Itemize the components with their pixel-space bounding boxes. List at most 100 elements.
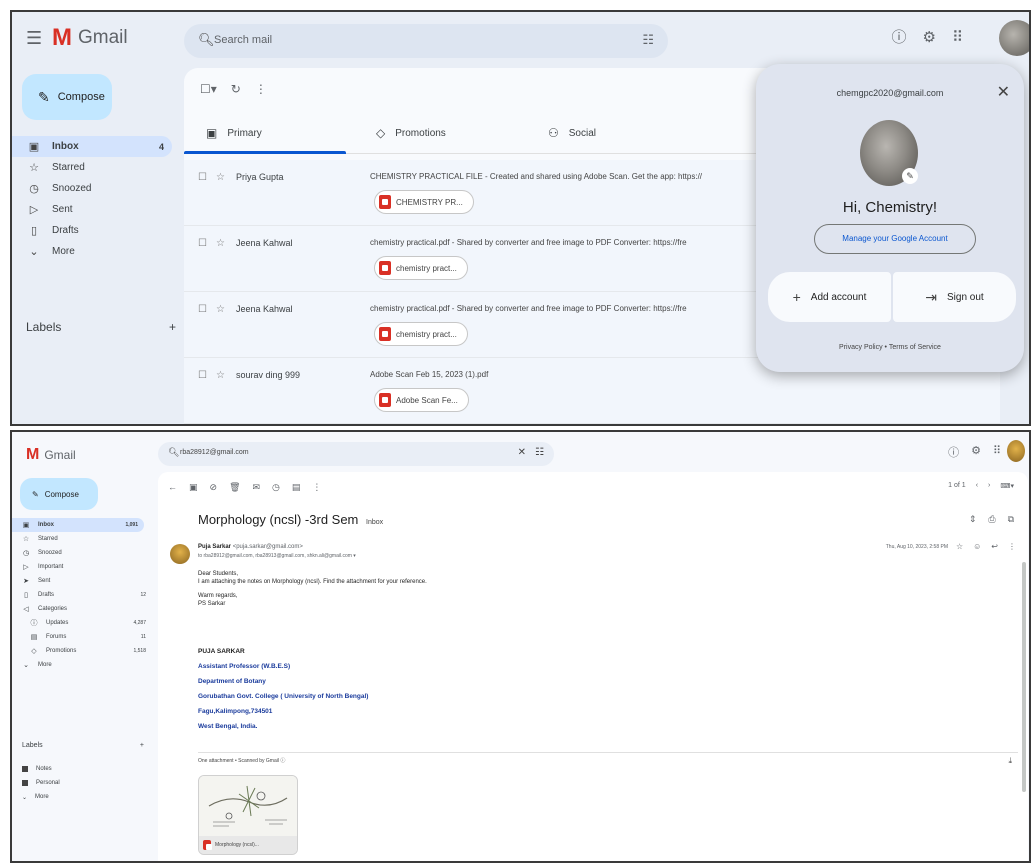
reply-icon[interactable]: ↩: [991, 542, 998, 551]
sidebar-item-promotions[interactable]: ◇ Promotions 1,518: [12, 644, 152, 658]
camera-icon[interactable]: ✎: [902, 168, 918, 184]
search-bar[interactable]: 🔍︎ Search mail ☷: [184, 24, 668, 58]
search-options-icon[interactable]: ☷: [535, 447, 544, 458]
settings-icon[interactable]: ⚙: [971, 444, 981, 460]
archive-icon[interactable]: ▣: [189, 482, 198, 493]
sidebar-item-label: Inbox: [52, 141, 79, 152]
attachment-chip[interactable]: CHEMISTRY PR...: [374, 190, 474, 214]
row-checkbox[interactable]: ☐: [198, 370, 207, 381]
search-input[interactable]: rba28912@gmail.com: [180, 449, 249, 456]
sidebar-item-sent[interactable]: ➤ Sent: [12, 574, 152, 588]
attachments-summary: One attachment • Scanned by Gmail ⓘ: [198, 758, 286, 764]
account-avatar-large[interactable]: ✎: [860, 120, 918, 186]
menu-icon[interactable]: ☰: [26, 28, 42, 49]
add-account-button[interactable]: + Add account: [768, 272, 891, 322]
add-label-icon[interactable]: +: [169, 320, 176, 334]
sidebar-item-important[interactable]: ▷ Important: [12, 560, 152, 574]
help-icon[interactable]: ⓘ: [892, 26, 907, 47]
sidebar-item-snoozed[interactable]: ◷ Snoozed: [12, 546, 152, 560]
emoji-icon[interactable]: ☺: [973, 542, 981, 551]
more-options-icon[interactable]: ⋮: [312, 482, 321, 493]
label-item[interactable]: Personal: [22, 776, 60, 790]
search-icon[interactable]: 🔍︎: [198, 32, 215, 48]
keyboard-icon[interactable]: ⌨▾: [1000, 482, 1014, 490]
inbox-tag[interactable]: Inbox: [366, 519, 383, 526]
row-checkbox[interactable]: ☐: [198, 172, 207, 183]
star-icon[interactable]: ☆: [956, 542, 963, 551]
attachment-thumbnail[interactable]: Morphology (ncsl)...: [198, 775, 298, 855]
sidebar-item-drafts[interactable]: ▯ Drafts: [12, 220, 182, 241]
tab-primary[interactable]: ▣ Primary: [206, 126, 262, 140]
star-icon[interactable]: ☆: [216, 172, 225, 183]
sidebar-item-updates[interactable]: ⓘ Updates 4,287: [12, 616, 152, 630]
row-checkbox[interactable]: ☐: [198, 304, 207, 315]
refresh-icon[interactable]: ↻: [231, 82, 241, 96]
tab-social[interactable]: ⚇ Social: [548, 126, 596, 140]
snooze-icon[interactable]: ◷: [272, 482, 280, 493]
attachment-chip[interactable]: chemistry pract...: [374, 322, 468, 346]
popup-footer-links[interactable]: Privacy Policy • Terms of Service: [756, 344, 1024, 351]
sidebar-item-drafts[interactable]: ▯ Drafts 12: [12, 588, 152, 602]
account-popup: chemgpc2020@gmail.com ✕ ✎ Hi, Chemistry!…: [756, 64, 1024, 372]
sidebar-item-sent[interactable]: ▷ Sent: [12, 199, 182, 220]
search-bar[interactable]: 🔍︎ rba28912@gmail.com ✕ ☷: [158, 442, 554, 466]
open-new-window-icon[interactable]: ⧉: [1008, 514, 1014, 525]
star-icon[interactable]: ☆: [216, 238, 225, 249]
sidebar-item-starred[interactable]: ☆ Starred: [12, 157, 182, 178]
settings-icon[interactable]: ⚙: [923, 28, 936, 46]
attachment-chip[interactable]: chemistry pract...: [374, 256, 468, 280]
close-icon[interactable]: ✕: [997, 82, 1010, 102]
select-all-checkbox[interactable]: ☐▾: [200, 82, 217, 96]
sidebar-item-starred[interactable]: ☆ Starred: [12, 532, 152, 546]
search-icon[interactable]: 🔍︎: [168, 447, 179, 458]
signature: PUJA SARKAR Assistant Professor (W.B.E.S…: [198, 644, 368, 734]
expand-icon[interactable]: ⇕: [969, 514, 977, 525]
download-all-icon[interactable]: ⤓: [1008, 756, 1012, 766]
sidebar-item-more[interactable]: ⌄ More: [12, 241, 182, 262]
manage-account-button[interactable]: Manage your Google Account: [814, 224, 976, 254]
search-input[interactable]: Search mail: [214, 34, 272, 46]
label-item[interactable]: Notes: [22, 762, 60, 776]
sidebar-item-inbox[interactable]: ▣ Inbox 4: [12, 136, 172, 157]
mark-unread-icon[interactable]: ✉: [253, 482, 261, 493]
label-item[interactable]: ⌄ More: [22, 790, 60, 804]
item-count: 12: [140, 592, 146, 598]
apps-icon[interactable]: ⠿: [952, 28, 963, 46]
recipients-line[interactable]: to rba28912@gmail.com, rba28913@gmail.co…: [198, 553, 356, 559]
tab-promotions[interactable]: ◇ Promotions: [376, 126, 446, 140]
print-icon[interactable]: ⎙: [988, 514, 995, 525]
attachment-chip[interactable]: Adobe Scan Fe...: [374, 388, 469, 412]
prev-icon[interactable]: ‹: [976, 482, 978, 490]
apps-icon[interactable]: ⠿: [993, 444, 1001, 460]
sidebar-item-forums[interactable]: ▤ Forums 11: [12, 630, 152, 644]
star-icon[interactable]: ☆: [216, 370, 225, 381]
clear-search-icon[interactable]: ✕: [518, 447, 526, 458]
sidebar-item-more[interactable]: ⌄ More: [12, 658, 152, 672]
sidebar-item-categories[interactable]: ◁ Categories: [12, 602, 152, 616]
compose-button[interactable]: ✎ Compose: [20, 478, 98, 510]
help-icon[interactable]: ⓘ: [948, 444, 959, 460]
account-avatar[interactable]: [1007, 440, 1025, 462]
sidebar-item-snoozed[interactable]: ◷ Snoozed: [12, 178, 182, 199]
scrollbar[interactable]: [1022, 562, 1026, 792]
more-options-icon[interactable]: ⋮: [255, 82, 267, 96]
back-icon[interactable]: ←: [168, 482, 177, 493]
gmail-logo[interactable]: M Gmail: [26, 446, 76, 464]
sidebar-item-inbox[interactable]: ▣ Inbox 1,091: [12, 518, 144, 532]
move-to-icon[interactable]: ▤: [292, 482, 301, 493]
compose-button[interactable]: ✎ Compose: [22, 74, 112, 120]
more-options-icon[interactable]: ⋮: [1008, 542, 1016, 551]
star-icon[interactable]: ☆: [216, 304, 225, 315]
report-spam-icon[interactable]: ⊘: [210, 482, 218, 493]
search-options-icon[interactable]: ☷: [642, 32, 654, 48]
sender-avatar[interactable]: [170, 544, 190, 564]
gmail-logo[interactable]: M Gmail: [52, 24, 128, 52]
row-checkbox[interactable]: ☐: [198, 238, 207, 249]
delete-icon[interactable]: 🗑︎: [229, 482, 240, 493]
header-icons: ⓘ ⚙ ⠿: [892, 26, 1009, 47]
add-label-icon[interactable]: +: [140, 742, 144, 749]
account-avatar[interactable]: [999, 20, 1029, 56]
sign-out-button[interactable]: ⇥ Sign out: [893, 272, 1016, 322]
next-icon[interactable]: ›: [988, 482, 990, 490]
tag-icon: ◇: [31, 648, 37, 655]
